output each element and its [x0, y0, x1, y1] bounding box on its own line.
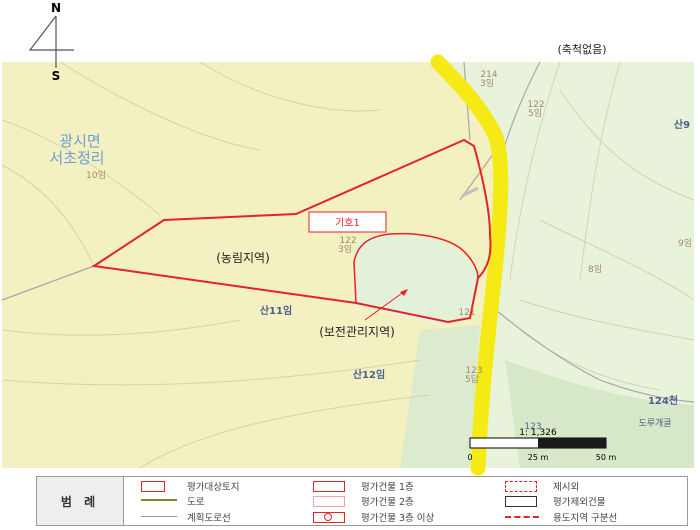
parcel-label: 10임 [86, 169, 106, 181]
tag-box-label: 기호1 [335, 217, 360, 229]
parcel-label: 산12임 [353, 368, 385, 381]
place-name-line1: 광시면 [59, 132, 100, 150]
parcel-label: 도루개골 [638, 418, 671, 429]
parcel-label: 산11임 [260, 304, 292, 317]
legend-excluded-bldg-swatch [505, 496, 537, 507]
legend-excluded-label: 제시외 [553, 482, 580, 493]
compass-north: N [51, 1, 61, 15]
map-canvas: 기호1 광시면 서초정리 10임 (농림지역) (보전관리지역) 122 3임 … [0, 0, 700, 530]
legend-bldg-2f-swatch [313, 496, 345, 507]
legend: 범 례 평가대상토지 도로 계획도로선 평가건물 1층 평가건물 2층 평가건물… [36, 476, 688, 526]
legend-bldg-1f-swatch [313, 481, 345, 492]
parcel-label: 3임 [480, 77, 494, 89]
legend-planned-road-label: 계획도로선 [187, 513, 231, 524]
scale-ratio: 1: 1,326 [519, 428, 557, 438]
legend-excluded-bldg-label: 평가제외건물 [553, 497, 606, 508]
zone-label-conserve: (보전관리지역) [319, 325, 395, 339]
circle-icon [324, 513, 332, 521]
parcel-label: 121 [458, 308, 475, 318]
scale-tick-50: 50 m [596, 453, 617, 462]
legend-target-land-label: 평가대상토지 [187, 482, 240, 493]
parcel-label: 124천 [648, 394, 678, 407]
legend-road-swatch [141, 499, 177, 501]
legend-road-label: 도로 [187, 497, 205, 508]
legend-bldg-3f-label: 평가건물 3층 이상 [361, 513, 435, 524]
parcel-label: 5답 [465, 373, 479, 385]
legend-bldg-1f-label: 평가건물 1층 [361, 482, 414, 493]
parcel-label: 산9 [674, 118, 690, 131]
legend-zone-boundary-label: 용도지역 구분선 [553, 513, 618, 524]
legend-title: 범 례 [37, 477, 124, 525]
scale-tick-0: 0 [467, 453, 472, 462]
legend-zone-boundary-swatch [505, 516, 539, 518]
parcel-label: 8임 [588, 263, 602, 275]
place-name-line2: 서초정리 [49, 149, 104, 167]
scale-tick-25: 25 m [528, 453, 549, 462]
legend-target-land-swatch [141, 481, 165, 492]
zone-label-farm: (농림지역) [216, 251, 270, 265]
legend-excluded-swatch [505, 481, 537, 492]
parcel-label: 3임 [338, 243, 352, 255]
legend-bldg-2f-label: 평가건물 2층 [361, 497, 414, 508]
legend-planned-road-swatch [141, 516, 177, 517]
compass-south: S [52, 69, 61, 83]
parcel-label: 9임 [678, 237, 692, 249]
parcel-label: 5임 [528, 107, 542, 119]
scale-note: (축척없음) [557, 43, 606, 56]
